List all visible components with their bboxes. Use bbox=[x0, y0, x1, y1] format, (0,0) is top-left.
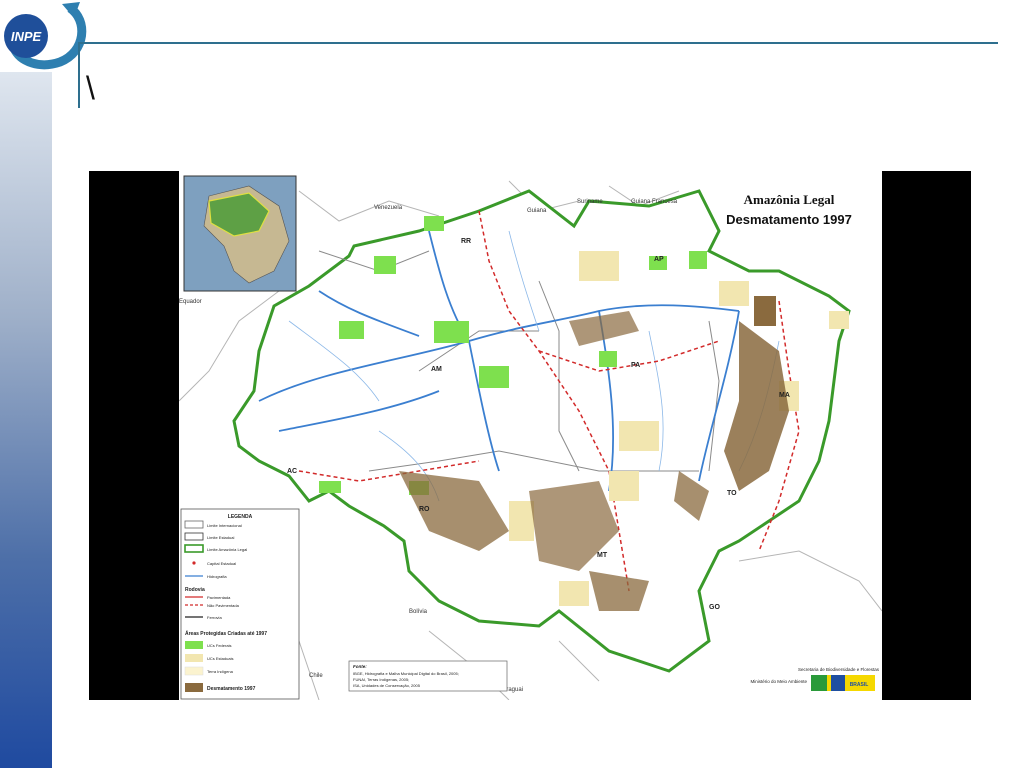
logo-text: INPE bbox=[11, 29, 42, 44]
legend-deforestation: Desmatamento 1997 bbox=[207, 686, 256, 692]
credits-secretariat: Secretaria de Biodiversidade e Florestas bbox=[798, 667, 880, 672]
sources-line-3: ISA, Unidades de Conservação, 2005 bbox=[353, 683, 421, 688]
sources-heading: Fonte: bbox=[353, 664, 367, 669]
title-marker-rule bbox=[78, 42, 80, 108]
country-label-guiana: Guiana bbox=[527, 208, 547, 214]
header-rule bbox=[80, 42, 998, 44]
state-label-am: AM bbox=[431, 366, 442, 373]
legend-area-state: UCs Estaduais bbox=[207, 656, 233, 661]
legend-item-state: Limite Estadual bbox=[207, 535, 234, 540]
sources-line-1: IBGE, Hidrografia e Malha Municipal Digi… bbox=[353, 671, 459, 676]
sources-box: Fonte: IBGE, Hidrografia e Malha Municip… bbox=[348, 660, 508, 692]
legend-areas-heading: Áreas Protegidas Criadas até 1997 bbox=[185, 630, 267, 637]
country-label-venezuela: Venezuela bbox=[374, 205, 403, 211]
legend-road-paved: Pavimentada bbox=[207, 595, 231, 600]
map-legend: LEGENDA Limite Internacional Limite Esta… bbox=[180, 508, 300, 700]
legend-item-international: Limite Internacional bbox=[207, 523, 242, 528]
state-label-ma: MA bbox=[779, 392, 790, 399]
country-label-guiana-francesa: Guiana Francesa bbox=[631, 199, 678, 205]
amazonia-map: Venezuela Guiana Suriname Guiana Frances… bbox=[179, 171, 882, 700]
map-frame: Venezuela Guiana Suriname Guiana Frances… bbox=[89, 171, 971, 700]
legend-item-capital: Capital Estadual bbox=[207, 561, 236, 566]
credits-govt: BRASIL bbox=[850, 682, 869, 688]
country-label-equador: Equador bbox=[179, 299, 202, 305]
state-label-go: GO bbox=[709, 604, 720, 611]
legend-item-amazon: Limite Amazônia Legal bbox=[207, 547, 247, 552]
legend-item-hydrography: Hidrografia bbox=[207, 574, 227, 579]
inpe-logo: INPE bbox=[4, 2, 87, 70]
sources-line-2: FUNAI, Terras Indígenas, 2005; bbox=[353, 677, 409, 682]
inset-brazil-map bbox=[183, 175, 297, 292]
state-label-rr: RR bbox=[461, 238, 471, 245]
legend-railway: Ferrovia bbox=[207, 615, 222, 620]
state-label-to: TO bbox=[727, 490, 737, 497]
state-label-ac: AC bbox=[287, 468, 297, 475]
legend-area-indigenous: Terra Indígena bbox=[207, 669, 234, 674]
country-label-suriname: Suriname bbox=[577, 199, 603, 205]
state-label-mt: MT bbox=[597, 552, 608, 559]
credits-ministry: Ministério do Meio Ambiente bbox=[750, 679, 807, 684]
legend-heading: LEGENDA bbox=[228, 514, 253, 520]
state-label-ro: RO bbox=[419, 506, 430, 513]
legend-area-federal: UCs Federais bbox=[207, 643, 231, 648]
country-label-bolivia: Bolívia bbox=[409, 609, 428, 615]
state-label-ap: AP bbox=[654, 256, 664, 263]
slide-title: \ bbox=[86, 70, 95, 106]
country-label-chile: Chile bbox=[309, 673, 323, 679]
state-label-pa: PA bbox=[631, 362, 640, 369]
side-gradient-bar bbox=[0, 72, 52, 768]
legend-road-unpaved: Não Pavimentada bbox=[207, 603, 240, 608]
map-subtitle: Desmatamento 1997 bbox=[726, 212, 852, 227]
legend-road-heading: Rodovia bbox=[185, 587, 205, 593]
map-title: Amazônia Legal bbox=[744, 192, 835, 207]
